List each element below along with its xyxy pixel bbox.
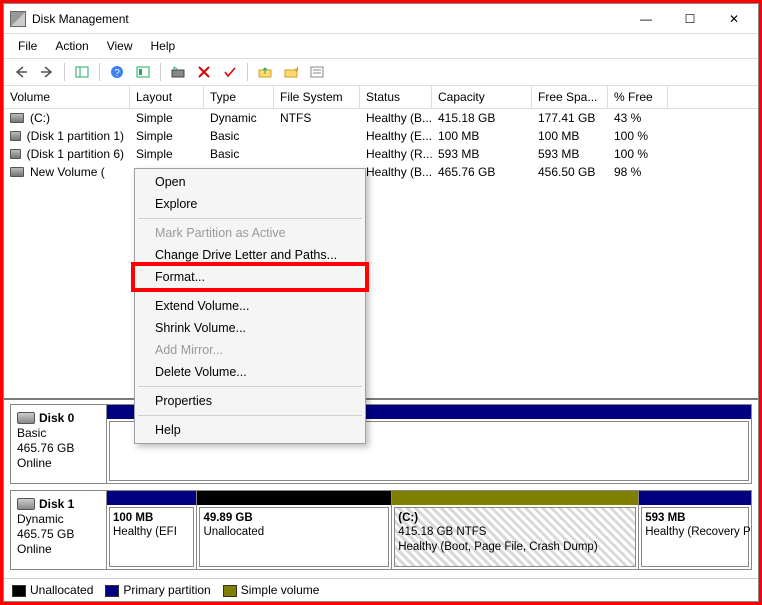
disk-label[interactable]: Disk 0Basic465.76 GBOnline: [11, 405, 107, 483]
menu-separator: [138, 386, 362, 387]
menu-action[interactable]: Action: [47, 37, 96, 55]
menu-item-help[interactable]: Help: [137, 419, 363, 441]
partition[interactable]: (C:)415.18 GB NTFSHealthy (Boot, Page Fi…: [391, 491, 638, 569]
volume-row[interactable]: New Volume (Healthy (B...465.76 GB456.50…: [4, 163, 758, 181]
hdd-icon: [17, 412, 35, 424]
window-title: Disk Management: [32, 12, 129, 26]
delete-icon[interactable]: [193, 62, 215, 82]
app-icon: [10, 11, 26, 27]
volume-row[interactable]: (Disk 1 partition 1)SimpleBasicHealthy (…: [4, 127, 758, 145]
col-status[interactable]: Status: [360, 86, 432, 108]
menu-item-properties[interactable]: Properties: [137, 390, 363, 412]
legend-simple: Simple volume: [241, 583, 320, 597]
folder-new-icon[interactable]: ★: [280, 62, 302, 82]
disk-icon: [10, 167, 24, 177]
disk-icon: [10, 149, 21, 159]
context-menu: OpenExplore Mark Partition as ActiveChang…: [134, 168, 366, 444]
menu-help[interactable]: Help: [143, 37, 184, 55]
col-layout[interactable]: Layout: [130, 86, 204, 108]
titlebar: Disk Management — ☐ ✕: [4, 4, 758, 34]
partition[interactable]: 100 MBHealthy (EFI: [107, 491, 196, 569]
folder-up-icon[interactable]: [254, 62, 276, 82]
graphical-view: Disk 0Basic465.76 GBOnlineDisk 1Dynamic4…: [4, 398, 758, 578]
disk-label[interactable]: Disk 1Dynamic465.75 GBOnline: [11, 491, 107, 569]
forward-button[interactable]: [36, 62, 58, 82]
partition[interactable]: 49.89 GBUnallocated: [196, 491, 391, 569]
refresh-icon[interactable]: [167, 62, 189, 82]
menubar: File Action View Help: [4, 34, 758, 58]
menu-item-add-mirror: Add Mirror...: [137, 339, 363, 361]
menu-item-explore[interactable]: Explore: [137, 193, 363, 215]
col-spacer: [668, 86, 758, 108]
partition[interactable]: 593 MBHealthy (Recovery P: [638, 491, 751, 569]
volume-list: (C:)SimpleDynamicNTFSHealthy (B...415.18…: [4, 109, 758, 181]
disk-row: Disk 1Dynamic465.75 GBOnline100 MBHealth…: [10, 490, 752, 570]
menu-view[interactable]: View: [99, 37, 141, 55]
back-button[interactable]: [10, 62, 32, 82]
col-type[interactable]: Type: [204, 86, 274, 108]
volume-row[interactable]: (C:)SimpleDynamicNTFSHealthy (B...415.18…: [4, 109, 758, 127]
close-button[interactable]: ✕: [712, 5, 756, 33]
svg-text:?: ?: [114, 68, 120, 79]
legend: Unallocated Primary partition Simple vol…: [4, 578, 758, 601]
legend-primary: Primary partition: [123, 583, 210, 597]
legend-swatch-unallocated: [12, 585, 26, 597]
show-hide-tree-icon[interactable]: [71, 62, 93, 82]
menu-item-mark-partition-as-active: Mark Partition as Active: [137, 222, 363, 244]
minimize-button[interactable]: —: [624, 5, 668, 33]
disk-row: Disk 0Basic465.76 GBOnline: [10, 404, 752, 484]
properties-icon[interactable]: [306, 62, 328, 82]
menu-item-delete-volume[interactable]: Delete Volume...: [137, 361, 363, 383]
volume-list-header: Volume Layout Type File System Status Ca…: [4, 86, 758, 109]
disk-icon: [10, 113, 24, 123]
check-icon[interactable]: [219, 62, 241, 82]
svg-text:★: ★: [294, 66, 298, 74]
help-icon[interactable]: ?: [106, 62, 128, 82]
menu-item-extend-volume[interactable]: Extend Volume...: [137, 295, 363, 317]
legend-unallocated: Unallocated: [30, 583, 93, 597]
menu-item-shrink-volume[interactable]: Shrink Volume...: [137, 317, 363, 339]
legend-swatch-primary: [105, 585, 119, 597]
menu-item-format[interactable]: Format...: [137, 266, 363, 288]
legend-swatch-simple: [223, 585, 237, 597]
menu-item-change-drive-letter-and-paths[interactable]: Change Drive Letter and Paths...: [137, 244, 363, 266]
menu-separator: [138, 218, 362, 219]
col-pctfree[interactable]: % Free: [608, 86, 668, 108]
col-filesystem[interactable]: File System: [274, 86, 360, 108]
hdd-icon: [17, 498, 35, 510]
settings-icon[interactable]: [132, 62, 154, 82]
menu-item-open[interactable]: Open: [137, 171, 363, 193]
menu-file[interactable]: File: [10, 37, 45, 55]
col-free[interactable]: Free Spa...: [532, 86, 608, 108]
maximize-button[interactable]: ☐: [668, 5, 712, 33]
menu-separator: [138, 291, 362, 292]
disk-management-window: Disk Management — ☐ ✕ File Action View H…: [3, 3, 759, 602]
col-volume[interactable]: Volume: [4, 86, 130, 108]
volume-row[interactable]: (Disk 1 partition 6)SimpleBasicHealthy (…: [4, 145, 758, 163]
col-capacity[interactable]: Capacity: [432, 86, 532, 108]
disk-icon: [10, 131, 21, 141]
menu-separator: [138, 415, 362, 416]
toolbar: ? ★: [4, 58, 758, 86]
